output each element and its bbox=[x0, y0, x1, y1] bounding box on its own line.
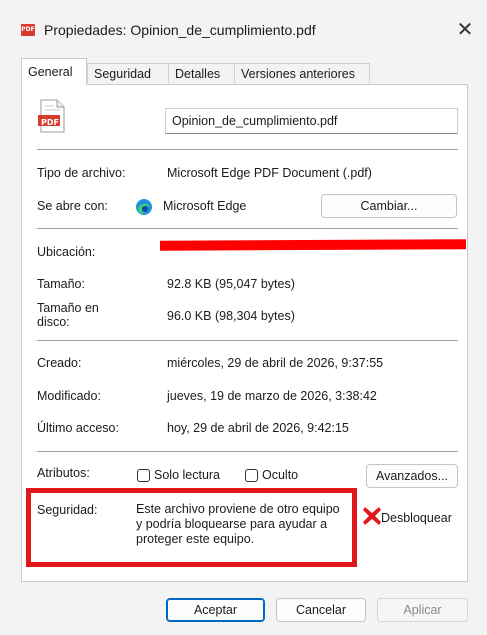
opens-with-label: Se abre con: bbox=[37, 199, 108, 213]
pdf-file-icon-text: PDF bbox=[41, 118, 59, 127]
size-label: Tamaño: bbox=[37, 277, 85, 291]
cancel-button[interactable]: Cancelar bbox=[276, 598, 366, 622]
pdf-file-icon bbox=[38, 99, 65, 133]
size-on-disk-label: Tamaño en disco: bbox=[37, 301, 99, 329]
size-value: 92.8 KB (95,047 bytes) bbox=[167, 277, 295, 291]
filename-input[interactable]: Opinion_de_cumplimiento.pdf bbox=[165, 108, 458, 134]
close-button[interactable]: ✕ bbox=[450, 14, 480, 44]
title-bar: PDF Propiedades: Opinion_de_cumplimiento… bbox=[0, 0, 487, 50]
redaction-mark bbox=[159, 239, 467, 251]
created-value: miércoles, 29 de abril de 2026, 9:37:55 bbox=[167, 356, 384, 370]
edge-icon bbox=[136, 199, 152, 215]
tab-general[interactable]: General bbox=[21, 58, 87, 85]
tab-security[interactable]: Seguridad bbox=[87, 63, 169, 83]
apply-button[interactable]: Aplicar bbox=[377, 598, 468, 622]
separator bbox=[37, 451, 458, 452]
readonly-checkbox[interactable] bbox=[137, 469, 150, 482]
annotation-box bbox=[26, 488, 357, 567]
ok-button[interactable]: Aceptar bbox=[166, 598, 265, 622]
modified-value: jueves, 19 de marzo de 2026, 3:38:42 bbox=[167, 389, 377, 403]
accessed-value: hoy, 29 de abril de 2026, 9:42:15 bbox=[167, 421, 349, 435]
separator bbox=[37, 340, 458, 341]
location-label: Ubicación: bbox=[37, 245, 96, 259]
unblock-label[interactable]: Desbloquear bbox=[381, 511, 452, 525]
pdf-icon: PDF bbox=[21, 24, 35, 36]
advanced-button[interactable]: Avanzados... bbox=[366, 464, 458, 488]
size-on-disk-value: 96.0 KB (98,304 bytes) bbox=[167, 309, 295, 323]
opens-with-value: Microsoft Edge bbox=[163, 199, 247, 213]
tab-details[interactable]: Detalles bbox=[168, 63, 235, 83]
modified-label: Modificado: bbox=[37, 389, 101, 403]
red-x-mark-icon bbox=[363, 507, 381, 525]
separator bbox=[37, 228, 458, 229]
file-type-value: Microsoft Edge PDF Document (.pdf) bbox=[167, 166, 372, 180]
window-title: Propiedades: Opinion_de_cumplimiento.pdf bbox=[44, 22, 316, 38]
attributes-label: Atributos: bbox=[37, 466, 90, 480]
separator bbox=[37, 149, 458, 150]
change-button[interactable]: Cambiar... bbox=[321, 194, 457, 218]
readonly-label: Solo lectura bbox=[154, 468, 221, 482]
tab-previous-versions[interactable]: Versiones anteriores bbox=[234, 63, 370, 83]
hidden-label: Oculto bbox=[262, 468, 299, 482]
accessed-label: Último acceso: bbox=[37, 421, 119, 435]
created-label: Creado: bbox=[37, 356, 82, 370]
file-type-label: Tipo de archivo: bbox=[37, 166, 126, 180]
hidden-checkbox[interactable] bbox=[245, 469, 258, 482]
